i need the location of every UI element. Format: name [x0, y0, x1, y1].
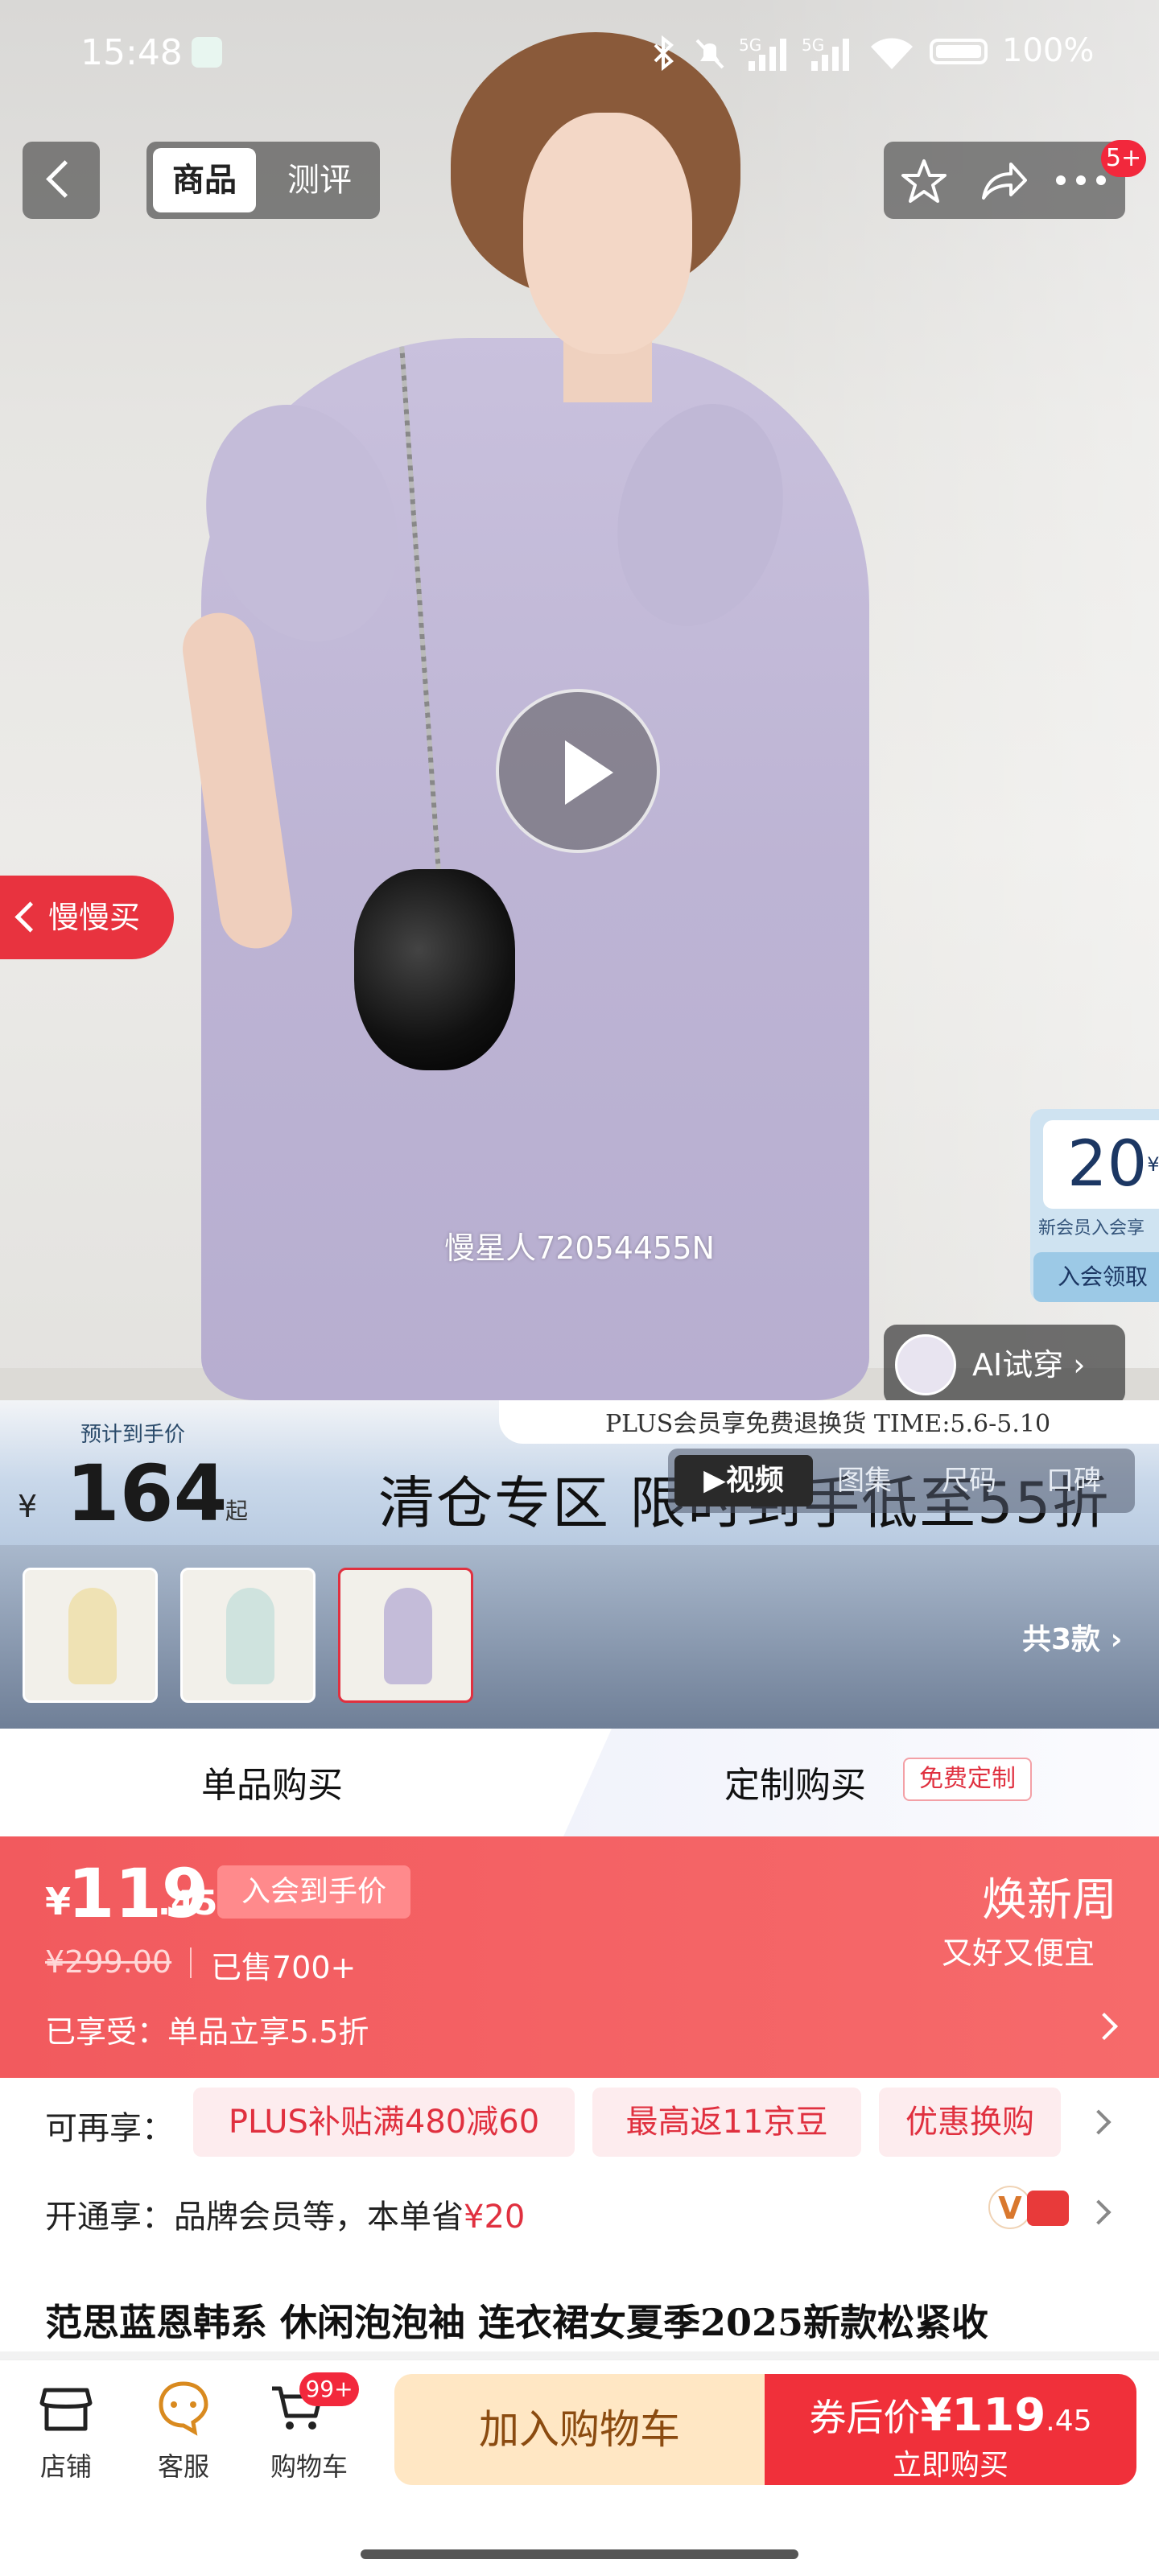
battery-percent: 100%: [1002, 32, 1095, 69]
wifi-icon: [871, 38, 913, 69]
membership-saving: ¥20: [464, 2199, 526, 2236]
customer-service-icon[interactable]: [155, 2379, 212, 2437]
price-from-suffix: 起: [225, 1498, 249, 1524]
variant-thumb-green[interactable]: [180, 1568, 316, 1703]
product-title: 范思蓝恩韩系 休闲泡泡袖 连衣裙女夏季2025新款松紧收: [45, 2301, 989, 2344]
message-badge: 5+: [1101, 140, 1146, 177]
home-indicator: [361, 2549, 798, 2559]
free-custom-badge: 免费定制: [903, 1758, 1032, 1801]
promo-chip-exchange[interactable]: 优惠换购: [879, 2088, 1061, 2157]
price-decimal: .45: [158, 1883, 218, 1923]
ai-tryon-label: AI试穿 ›: [972, 1347, 1086, 1383]
star-favorite-icon[interactable]: [900, 158, 948, 204]
slow-buy-tag[interactable]: 慢慢买: [0, 876, 174, 959]
variant-thumb-yellow[interactable]: [23, 1568, 158, 1703]
estimated-price: 164: [66, 1449, 228, 1539]
tab-single-purchase[interactable]: 单品购买: [201, 1756, 343, 1807]
play-video-button[interactable]: [496, 689, 660, 853]
add-to-cart-button[interactable]: 加入购物车: [394, 2374, 765, 2485]
tab-review[interactable]: 测评: [267, 148, 372, 212]
thumb-dress: [68, 1588, 117, 1684]
share-icon[interactable]: [979, 158, 1029, 204]
after-coupon-label: 券后价: [809, 2396, 921, 2439]
media-tab-video[interactable]: ▶视频: [674, 1455, 813, 1506]
slow-buy-label: 慢慢买: [48, 900, 141, 935]
original-price: ¥299.00: [45, 1944, 172, 1980]
plus-return-text: PLUS会员享免费退换货 TIME:5.6-5.10: [605, 1410, 1051, 1438]
promo-title: 焕新周: [982, 1874, 1117, 1927]
model-face: [523, 113, 692, 354]
membership-offer[interactable]: 开通享：品牌会员等，本单省¥20: [45, 2191, 525, 2237]
after-coupon-price-dec: .45: [1046, 2405, 1092, 2438]
variant-thumb-purple[interactable]: [338, 1568, 473, 1703]
after-coupon-price-int: ¥119: [920, 2389, 1046, 2442]
coupon-amount: 20¥: [1043, 1120, 1159, 1209]
coupon-currency: ¥: [1147, 1153, 1159, 1176]
cart-label: 购物车: [270, 2451, 348, 2482]
status-time: 15:48: [80, 32, 183, 73]
tab-custom-purchase[interactable]: 定制购买: [724, 1756, 866, 1807]
coupon-claim-button[interactable]: 入会领取: [1033, 1252, 1159, 1302]
top-actions: [884, 142, 1125, 219]
call-icon: [192, 37, 222, 68]
promo-chip-plus[interactable]: PLUS补贴满480减60: [193, 2088, 575, 2157]
black-sequin-bag: [354, 869, 515, 1070]
coupon-amount-value: 20: [1067, 1128, 1148, 1201]
estimated-price-label: 预计到手价: [80, 1423, 186, 1447]
store-label: 店铺: [39, 2451, 92, 2482]
top-tabs: 商品 测评: [146, 142, 380, 219]
sold-count: 已售700+: [211, 1950, 357, 1985]
divider: [190, 1947, 192, 1978]
banner-yen: ¥: [18, 1489, 38, 1524]
more-icon[interactable]: [1054, 172, 1107, 188]
back-button[interactable]: [23, 142, 100, 219]
tab-goods[interactable]: 商品: [153, 148, 256, 212]
thumb-dress: [384, 1588, 432, 1684]
store-icon[interactable]: [37, 2379, 95, 2437]
variant-strip: [0, 1545, 1159, 1729]
discount-enjoyed[interactable]: 已享受：单品立享5.5折: [45, 2007, 369, 2051]
promo-subtitle: 又好又便宜: [942, 1935, 1095, 1971]
member-card-icon: [1027, 2191, 1069, 2226]
signal-icon-1: [749, 39, 786, 71]
chevron-left-icon: [14, 901, 46, 933]
image-watermark: 慢星人72054455N: [444, 1230, 715, 1266]
signal-icon-2: [811, 39, 849, 71]
after-coupon-price: 券后价¥119.45: [765, 2388, 1136, 2442]
media-tab-size[interactable]: 尺码: [942, 1455, 996, 1506]
chevron-left-icon: [46, 160, 84, 198]
ai-avatar: [895, 1334, 956, 1395]
buy-now-button[interactable]: 券后价¥119.45 立即购买: [765, 2374, 1136, 2485]
membership-offer-label: 开通享：品牌会员等，本单省: [45, 2199, 464, 2236]
battery-icon: [930, 39, 988, 64]
vip-v-icon: V: [988, 2186, 1032, 2229]
mute-bell-icon: [695, 39, 724, 69]
media-tab-gallery[interactable]: 图集: [837, 1455, 892, 1506]
total-variants-link[interactable]: 共3款 ›: [1022, 1616, 1122, 1658]
buy-now-label: 立即购买: [892, 2449, 1008, 2482]
service-label: 客服: [157, 2451, 209, 2482]
cart-badge: 99+: [299, 2372, 359, 2406]
bluetooth-icon: [654, 35, 674, 71]
media-tab-reviews[interactable]: 口碑: [1046, 1455, 1101, 1506]
promo-chip-beans[interactable]: 最高返11京豆: [592, 2088, 861, 2157]
promo-label: 可再享：: [45, 2110, 174, 2147]
member-price-tag: 入会到手价: [217, 1865, 410, 1919]
thumb-dress: [226, 1588, 274, 1684]
coupon-subtitle: 新会员入会享: [1038, 1218, 1145, 1239]
ai-tryon-button[interactable]: AI试穿 ›: [884, 1325, 1125, 1405]
